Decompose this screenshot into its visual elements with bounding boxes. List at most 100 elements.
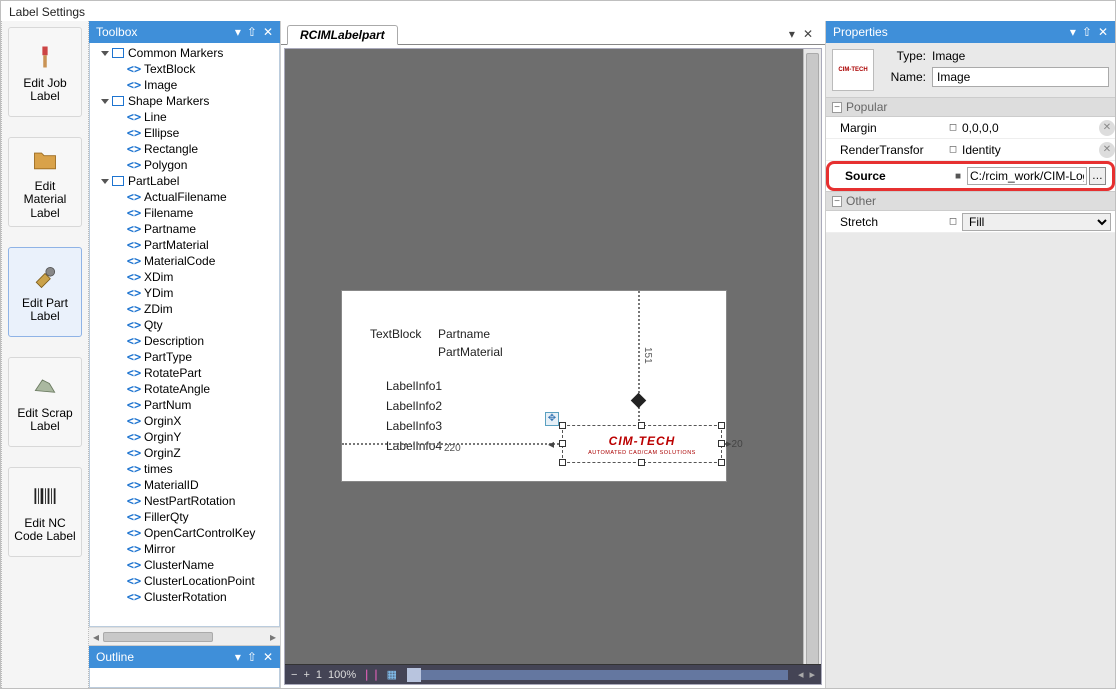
- source-browse-button[interactable]: …: [1089, 167, 1106, 185]
- dimension-knob[interactable]: [631, 393, 647, 409]
- tree-item[interactable]: <>Line: [90, 109, 279, 125]
- close-icon[interactable]: ✕: [1098, 25, 1108, 39]
- clear-margin-button[interactable]: ✕: [1099, 120, 1115, 136]
- close-icon[interactable]: ✕: [263, 25, 273, 39]
- tree-item[interactable]: <>ClusterLocationPoint: [90, 573, 279, 589]
- tree-item[interactable]: <>FillerQty: [90, 509, 279, 525]
- field-labelinfo1[interactable]: LabelInfo1: [386, 379, 442, 393]
- document-tab[interactable]: RCIMLabelpart: [287, 25, 398, 45]
- field-labelinfo2[interactable]: LabelInfo2: [386, 399, 442, 413]
- node-tag-icon: <>: [127, 591, 141, 603]
- designer-vscroll[interactable]: [803, 49, 821, 664]
- properties-header[interactable]: Properties ▾ ⇧ ✕: [826, 21, 1115, 43]
- designer-surface[interactable]: TextBlock Partname PartMaterial LabelInf…: [284, 48, 822, 685]
- tree-item[interactable]: <>Mirror: [90, 541, 279, 557]
- tree-item[interactable]: <>ClusterRotation: [90, 589, 279, 605]
- tree-item[interactable]: <>OrginZ: [90, 445, 279, 461]
- section-other[interactable]: − Other: [826, 191, 1115, 211]
- outline-header[interactable]: Outline ▾ ⇧ ✕: [89, 646, 280, 668]
- grid-icon[interactable]: ▦: [387, 668, 397, 681]
- prop-row-rendertransform[interactable]: RenderTransfor ◻ Identity ✕: [826, 139, 1115, 161]
- zoom-out-button[interactable]: −: [291, 669, 297, 681]
- node-tag-icon: <>: [127, 111, 141, 123]
- tree-item[interactable]: <>Description: [90, 333, 279, 349]
- name-label: Name:: [882, 70, 926, 84]
- dropdown-icon[interactable]: ▾: [1070, 25, 1076, 39]
- zoom-in-button[interactable]: +: [303, 669, 309, 681]
- margin-value[interactable]: 0,0,0,0: [962, 121, 1091, 135]
- node-tag-icon: <>: [127, 223, 141, 235]
- source-input[interactable]: [967, 167, 1087, 185]
- tree-item[interactable]: <>MaterialCode: [90, 253, 279, 269]
- tree-item[interactable]: <>Partname: [90, 221, 279, 237]
- tree-item[interactable]: <>times: [90, 461, 279, 477]
- tree-item[interactable]: <>PartMaterial: [90, 237, 279, 253]
- tree-item[interactable]: <>PartType: [90, 349, 279, 365]
- close-icon[interactable]: ✕: [263, 650, 273, 664]
- dim-h-arrow-val: 20: [732, 439, 743, 450]
- prop-row-source[interactable]: Source ■ …: [831, 165, 1110, 187]
- pin-icon[interactable]: ⇧: [247, 25, 257, 39]
- toolbox-panel: Toolbox ▾ ⇧ ✕ Common Markers<>TextBlock<…: [89, 21, 281, 688]
- node-tag-icon: <>: [127, 127, 141, 139]
- tab-menu-icon[interactable]: ▾: [789, 27, 795, 41]
- tree-item[interactable]: <>MaterialID: [90, 477, 279, 493]
- zoom-reset-button[interactable]: 1: [316, 669, 322, 681]
- field-partname[interactable]: Partname: [438, 327, 490, 341]
- tree-item[interactable]: <>TextBlock: [90, 61, 279, 77]
- tree-item[interactable]: <>ActualFilename: [90, 189, 279, 205]
- tree-item[interactable]: <>OrginY: [90, 429, 279, 445]
- tree-item[interactable]: Common Markers: [90, 45, 279, 61]
- tree-item[interactable]: <>YDim: [90, 285, 279, 301]
- move-handle-icon[interactable]: ✥: [545, 412, 559, 426]
- edit-job-label[interactable]: Edit Job Label: [8, 27, 82, 117]
- tree-item[interactable]: <>NestPartRotation: [90, 493, 279, 509]
- tree-item[interactable]: <>Image: [90, 77, 279, 93]
- tree-item[interactable]: PartLabel: [90, 173, 279, 189]
- tree-item[interactable]: <>RotatePart: [90, 365, 279, 381]
- tree-item[interactable]: <>OpenCartControlKey: [90, 525, 279, 541]
- toolbox-hscroll[interactable]: ◂ ▸: [89, 627, 280, 645]
- field-textblock[interactable]: TextBlock: [370, 327, 421, 341]
- edit-material-label[interactable]: Edit Material Label: [8, 137, 82, 227]
- selected-image[interactable]: CIM-TECH AUTOMATED CAD/CAM SOLUTIONS: [562, 425, 722, 463]
- tree-item[interactable]: <>RotateAngle: [90, 381, 279, 397]
- label-canvas[interactable]: TextBlock Partname PartMaterial LabelInf…: [341, 290, 727, 482]
- node-tag-icon: <>: [127, 479, 141, 491]
- barcode-icon: [29, 481, 61, 513]
- field-labelinfo3[interactable]: LabelInfo3: [386, 419, 442, 433]
- prop-row-stretch[interactable]: Stretch ◻ Fill: [826, 211, 1115, 233]
- rendertransform-value[interactable]: Identity: [962, 143, 1091, 157]
- dropdown-icon[interactable]: ▾: [235, 650, 241, 664]
- tree-item[interactable]: <>Polygon: [90, 157, 279, 173]
- toolbox-header[interactable]: Toolbox ▾ ⇧ ✕: [89, 21, 280, 43]
- edit-nc-code-label[interactable]: Edit NC Code Label: [8, 467, 82, 557]
- tab-close-icon[interactable]: ✕: [803, 27, 813, 41]
- tree-item[interactable]: <>XDim: [90, 269, 279, 285]
- edit-part-label[interactable]: Edit Part Label: [8, 247, 82, 337]
- ruler-icon[interactable]: ❘❘: [362, 668, 380, 681]
- pin-icon[interactable]: ⇧: [247, 650, 257, 664]
- edit-scrap-label[interactable]: Edit Scrap Label: [8, 357, 82, 447]
- tree-item[interactable]: <>OrginX: [90, 413, 279, 429]
- tree-item[interactable]: <>Filename: [90, 205, 279, 221]
- prop-row-margin[interactable]: Margin ◻ 0,0,0,0 ✕: [826, 117, 1115, 139]
- field-partmaterial[interactable]: PartMaterial: [438, 345, 503, 359]
- wrench-icon: [29, 261, 61, 293]
- tree-item[interactable]: <>PartNum: [90, 397, 279, 413]
- pin-icon[interactable]: ⇧: [1082, 25, 1092, 39]
- tree-item[interactable]: <>Qty: [90, 317, 279, 333]
- stretch-select[interactable]: Fill: [962, 213, 1111, 231]
- dropdown-icon[interactable]: ▾: [235, 25, 241, 39]
- clear-rendertransform-button[interactable]: ✕: [1099, 142, 1115, 158]
- toolbox-tree[interactable]: Common Markers<>TextBlock<>ImageShape Ma…: [90, 43, 279, 626]
- node-group-icon: [111, 47, 125, 59]
- tree-item[interactable]: <>ClusterName: [90, 557, 279, 573]
- tree-item[interactable]: <>Ellipse: [90, 125, 279, 141]
- tree-item[interactable]: <>Rectangle: [90, 141, 279, 157]
- name-input[interactable]: [932, 67, 1109, 87]
- field-labelinfo4[interactable]: LabelInfo4: [386, 439, 442, 453]
- tree-item[interactable]: Shape Markers: [90, 93, 279, 109]
- section-popular[interactable]: − Popular: [826, 97, 1115, 117]
- tree-item[interactable]: <>ZDim: [90, 301, 279, 317]
